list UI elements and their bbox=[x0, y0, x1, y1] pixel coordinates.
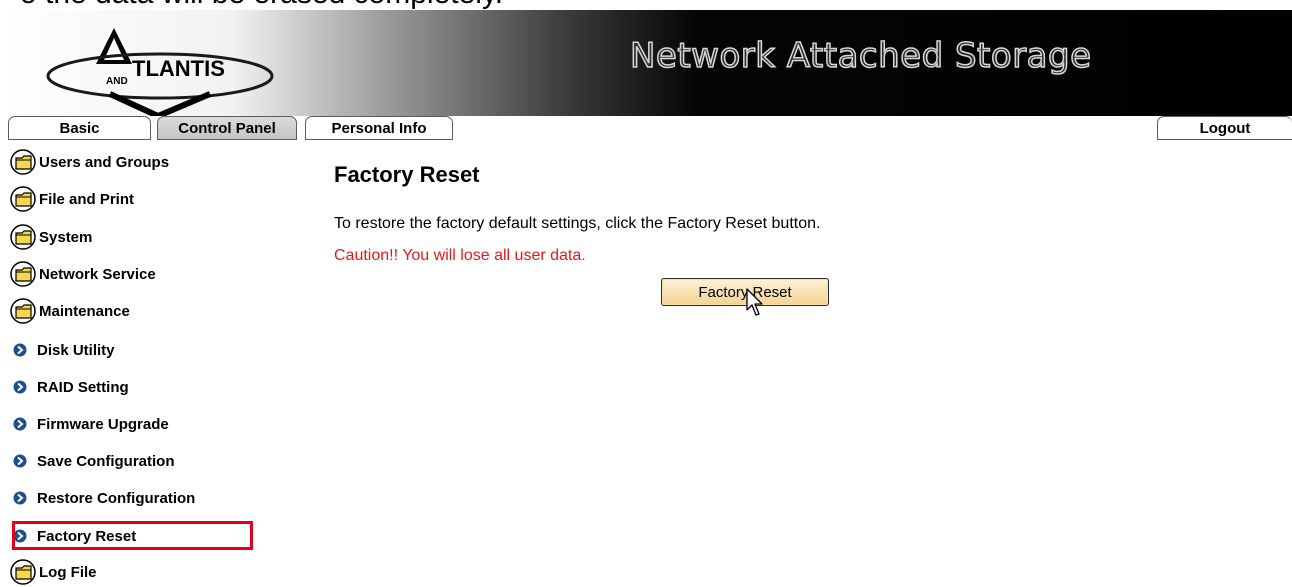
folder-icon bbox=[10, 261, 36, 287]
sidebar-item-label: System bbox=[39, 228, 93, 246]
sidebar-item-label: Firmware Upgrade bbox=[37, 415, 169, 433]
sidebar-item-file-and-print[interactable]: File and Print bbox=[10, 184, 134, 214]
sidebar-item-label: Users and Groups bbox=[39, 153, 170, 171]
folder-icon bbox=[10, 224, 36, 250]
folder-icon bbox=[10, 186, 36, 212]
sidebar-item-label: Log File bbox=[39, 563, 97, 581]
folder-icon bbox=[10, 559, 36, 585]
sidebar-item-firmware-upgrade[interactable]: Firmware Upgrade bbox=[10, 409, 169, 439]
sidebar-item-label: Disk Utility bbox=[37, 341, 115, 359]
instruction-text: To restore the factory default settings,… bbox=[334, 215, 821, 232]
arrow-bullet-icon bbox=[13, 454, 27, 468]
selection-highlight bbox=[12, 521, 253, 550]
atlantis-logo: TLANTIS AND bbox=[46, 28, 274, 116]
banner-title: Network Attached Storage bbox=[629, 35, 1092, 77]
logo-text: TLANTIS bbox=[132, 56, 225, 81]
arrow-bullet-icon bbox=[13, 417, 27, 431]
sidebar-item-disk-utility[interactable]: Disk Utility bbox=[10, 335, 115, 365]
sidebar-item-save-configuration[interactable]: Save Configuration bbox=[10, 446, 175, 476]
tab-personal-info[interactable]: Personal Info bbox=[305, 116, 453, 140]
logo-subtext: AND bbox=[106, 76, 128, 87]
sidebar-item-label: Save Configuration bbox=[37, 452, 175, 470]
sidebar-item-raid-setting[interactable]: RAID Setting bbox=[10, 372, 129, 402]
tab-bar: Basic Control Panel Personal Info Logout bbox=[0, 116, 1292, 142]
arrow-bullet-icon bbox=[13, 343, 27, 357]
folder-icon bbox=[10, 149, 36, 175]
header-banner: TLANTIS AND Network Attached Storage bbox=[0, 10, 1292, 116]
sidebar-item-network-service[interactable]: Network Service bbox=[10, 259, 156, 289]
mouse-cursor-icon bbox=[746, 288, 763, 316]
sidebar-item-system[interactable]: System bbox=[10, 222, 92, 252]
arrow-bullet-icon bbox=[13, 491, 27, 505]
folder-icon bbox=[10, 298, 36, 324]
sidebar-item-label: File and Print bbox=[39, 190, 135, 208]
factory-reset-button[interactable]: Factory Reset bbox=[661, 278, 829, 306]
tab-basic[interactable]: Basic bbox=[8, 116, 151, 140]
caution-text: Caution!! You will lose all user data. bbox=[334, 247, 586, 264]
arrow-bullet-icon bbox=[13, 380, 27, 394]
tab-control-panel[interactable]: Control Panel bbox=[157, 116, 297, 140]
sidebar-item-label: Maintenance bbox=[39, 302, 130, 320]
sidebar-item-label: Network Service bbox=[39, 265, 156, 283]
logout-button[interactable]: Logout bbox=[1157, 116, 1292, 140]
sidebar-item-label: Restore Configuration bbox=[37, 489, 196, 507]
sidebar-item-users-and-groups[interactable]: Users and Groups bbox=[10, 147, 169, 177]
sidebar-item-label: RAID Setting bbox=[37, 378, 129, 396]
sidebar-item-maintenance[interactable]: Maintenance bbox=[10, 296, 130, 326]
document-caption: o the data will be erased completely. bbox=[20, 0, 1292, 10]
sidebar-item-log-file[interactable]: Log File bbox=[10, 557, 97, 587]
page-title: Factory Reset bbox=[334, 162, 480, 187]
sidebar-item-restore-configuration[interactable]: Restore Configuration bbox=[10, 483, 195, 513]
